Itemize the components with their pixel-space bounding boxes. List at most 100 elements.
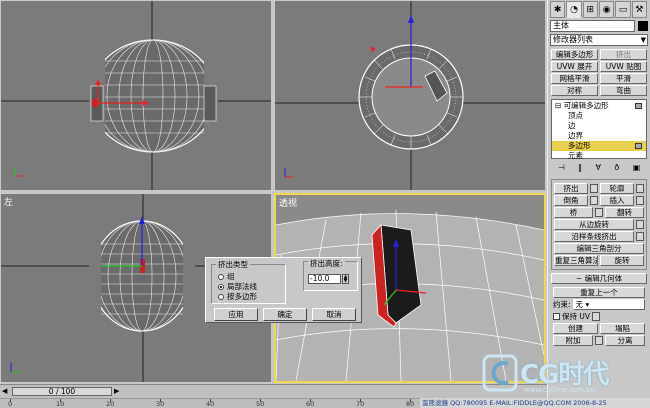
attach-list-icon[interactable] (595, 336, 603, 345)
edit-geometry-title-label: 编辑几何体 (584, 274, 623, 283)
mod-button-smooth[interactable]: 平滑 (600, 73, 647, 84)
max-app: 左 透视 挤出类型 组 局部法线 按多边形 挤出高度: -10.0 ▲ ▼ 应用… (0, 0, 650, 408)
hinge-button[interactable]: 从边旋转 (554, 219, 634, 230)
mod-button-uvw-map[interactable]: UVW 贴图 (600, 61, 647, 72)
modifier-list-dropdown[interactable]: 修改器列表 ▼ (550, 34, 648, 46)
mod-button-extrude[interactable]: 挤出 (600, 49, 647, 60)
modifier-stack: ⊟ 可编辑多边形 顶点 边 边界 多边形 元素 (551, 99, 647, 161)
object-name-row: 主体 (550, 20, 648, 32)
extrude-polygons-dialog: 挤出类型 组 局部法线 按多边形 挤出高度: -10.0 ▲ ▼ 应用 确定 取消 (205, 257, 362, 323)
turn-button[interactable]: 旋转 (600, 255, 644, 266)
prev-frame-icon[interactable]: ◀ (2, 387, 10, 396)
retriangulate-button[interactable]: 重复三角算法 (554, 255, 598, 266)
create-tab-icon[interactable]: ✱ (550, 1, 566, 18)
edit-triangulation-button[interactable]: 编辑三角剖分 (554, 243, 644, 254)
stack-item-border[interactable]: 边界 (552, 131, 646, 141)
extrude-height-label: 挤出高度: (308, 258, 345, 269)
extrude-type-title: 挤出类型 (216, 259, 250, 270)
constraints-value: 无 (575, 300, 584, 309)
viewport-top[interactable] (0, 0, 272, 191)
extrude-height-spinner[interactable]: ▲ ▼ (342, 274, 349, 284)
constraints-dropdown[interactable]: 无 ▾ (572, 299, 645, 310)
chevron-down-icon: ▼ (640, 36, 646, 44)
viewport-front-canvas (275, 1, 545, 190)
bevel-settings-icon[interactable] (590, 196, 598, 205)
extrude-spline-button[interactable]: 沿样条线挤出 (554, 231, 634, 242)
time-slider[interactable]: 0 / 100 (12, 387, 112, 396)
bridge-settings-icon[interactable] (595, 208, 603, 217)
tick-label: 70 (356, 400, 365, 408)
preserve-uv-checkbox[interactable] (553, 313, 560, 320)
tick-label: 30 (156, 400, 165, 408)
collapse-button[interactable]: 塌陷 (600, 323, 645, 334)
flip-button[interactable]: 翻转 (605, 207, 644, 218)
detach-button[interactable]: 分离 (605, 335, 645, 346)
watermark: CG时代 www.cgtime.com.cn (478, 350, 648, 398)
bridge-button[interactable]: 桥 (554, 207, 593, 218)
modifier-list-label: 修改器列表 (553, 35, 593, 44)
utilities-tab-icon[interactable]: ⚒ (631, 1, 647, 18)
bevel-button[interactable]: 倒角 (554, 195, 588, 206)
extrude-height-input[interactable]: -10.0 (308, 274, 341, 284)
mod-button-uvw-unwrap[interactable]: UVW 展开 (551, 61, 598, 72)
mod-button-meshsmooth[interactable]: 网格平滑 (551, 73, 598, 84)
viewport-top-canvas (1, 1, 271, 190)
extrude-height-group: 挤出高度: -10.0 ▲ ▼ (303, 258, 358, 291)
stack-item-element[interactable]: 元素 (552, 151, 646, 161)
command-panel: ✱ ◔ ⊞ ◉ ▭ ⚒ 主体 修改器列表 ▼ 编辑多边形 挤出 UVW 展开 U… (547, 0, 650, 408)
stack-item-vertex[interactable]: 顶点 (552, 111, 646, 121)
object-color-swatch[interactable] (638, 21, 648, 31)
motion-tab-icon[interactable]: ◉ (598, 1, 615, 18)
outline-settings-icon[interactable] (636, 184, 644, 193)
extrude-type-group: 挤出类型 组 局部法线 按多边形 (211, 259, 286, 304)
outline-button[interactable]: 轮廓 (600, 183, 634, 194)
extrude-settings-icon[interactable] (590, 184, 598, 193)
pin-stack-icon[interactable]: ⊣ (558, 163, 565, 175)
ok-button[interactable]: 确定 (263, 308, 307, 321)
status-bar: 蛮熊滤鏡 QQ:780095 E-MAIL:FIDDLE@QQ.COM 2006… (420, 398, 650, 408)
viewport-left-label: 左 (4, 198, 14, 208)
tick-label: 60 (306, 400, 315, 408)
hinge-settings-icon[interactable] (636, 220, 644, 229)
display-tab-icon[interactable]: ▭ (615, 1, 631, 18)
radio-by-polygon-label: 按多边形 (227, 292, 257, 301)
tick-label: 20 (106, 400, 115, 408)
extrude-spline-settings-icon[interactable] (636, 232, 644, 241)
extrude-button[interactable]: 挤出 (554, 183, 588, 194)
modify-tab-icon[interactable]: ◔ (566, 1, 582, 18)
tick-label: 10 (56, 400, 65, 408)
viewport-front[interactable] (274, 0, 546, 191)
inset-button[interactable]: 插入 (600, 195, 634, 206)
radio-by-polygon[interactable]: 按多边形 (218, 291, 257, 302)
edit-geometry-rollout-title[interactable]: − 编辑几何体 (551, 273, 647, 284)
mod-button-bend[interactable]: 弯曲 (600, 85, 647, 96)
cancel-button[interactable]: 取消 (312, 308, 356, 321)
make-unique-icon[interactable]: ∀ (595, 163, 600, 175)
show-end-result-icon[interactable]: ‖ (578, 163, 582, 175)
mod-button-symmetry[interactable]: 对称 (551, 85, 598, 96)
inset-settings-icon[interactable] (636, 196, 644, 205)
remove-modifier-icon[interactable]: ð (614, 163, 619, 175)
attach-button[interactable]: 附加 (553, 335, 593, 346)
modifier-buttons: 编辑多边形 挤出 UVW 展开 UVW 贴图 网格平滑 平滑 对称 弯曲 (551, 49, 647, 96)
apply-button[interactable]: 应用 (214, 308, 258, 321)
stack-item-edge[interactable]: 边 (552, 121, 646, 131)
mod-button-edit-poly[interactable]: 编辑多边形 (551, 49, 598, 60)
stack-item-editable-poly[interactable]: ⊟ 可编辑多边形 (552, 101, 646, 111)
tick-label: 0 (8, 400, 13, 408)
command-tabs: ✱ ◔ ⊞ ◉ ▭ ⚒ (550, 1, 648, 18)
repeat-last-button[interactable]: 重复上一个 (553, 287, 645, 298)
stack-tools: ⊣ ‖ ∀ ð ▣ (551, 163, 647, 175)
constraints-label: 约束: (553, 300, 571, 309)
preserve-uv-settings-icon[interactable] (592, 312, 601, 321)
viewport-perspective-label: 透视 (279, 199, 298, 209)
object-name-field[interactable]: 主体 (550, 20, 635, 32)
edit-geometry-rollout: 重复上一个 约束: 无 ▾ 保持 UV 创建 塌陷 附加 分离 (551, 287, 647, 346)
create-button[interactable]: 创建 (553, 323, 598, 334)
stack-item-polygon[interactable]: 多边形 (552, 141, 646, 151)
hierarchy-tab-icon[interactable]: ⊞ (582, 1, 598, 18)
next-frame-icon[interactable]: ▶ (114, 387, 122, 396)
configure-sets-icon[interactable]: ▣ (633, 163, 641, 175)
tick-label: 50 (256, 400, 265, 408)
preserve-uv-label: 保持 UV (562, 312, 591, 321)
